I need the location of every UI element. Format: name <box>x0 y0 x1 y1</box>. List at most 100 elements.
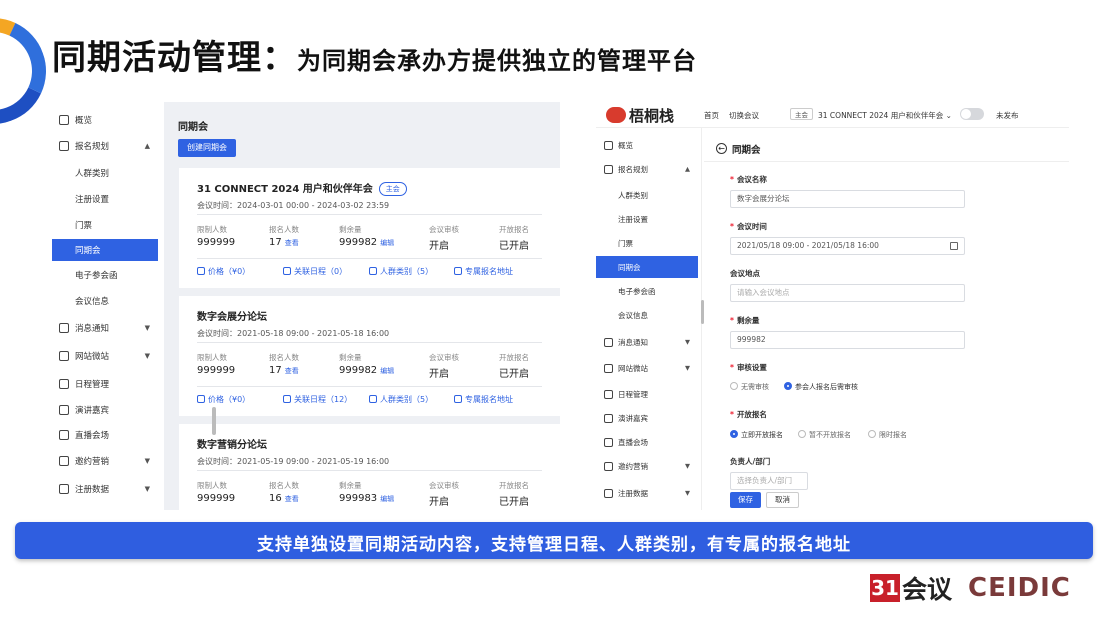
stat-value: 开启 <box>429 497 449 508</box>
stat-label: 报名人数 <box>269 481 299 490</box>
sidebar-item[interactable]: 注册设置 <box>52 188 158 210</box>
sidebar-item[interactable]: 邀约营销 ▼ <box>596 455 698 477</box>
name-field[interactable]: 数字会展分论坛 <box>730 190 965 208</box>
nav-home[interactable]: 首页 <box>704 110 719 121</box>
sidebar-item[interactable]: 消息通知 ▼ <box>52 317 158 339</box>
radio-open-now[interactable]: 立即开放报名 <box>730 430 783 440</box>
sidebar-item[interactable]: 电子参会函 <box>52 264 158 286</box>
price-icon <box>197 267 205 275</box>
right-sidebar: 概览 报名规划 ▲ 人群类别注册设置门票同期会电子参会函 会议信息消息通知 ▼ 网站微站 ▼ 日… <box>596 128 702 510</box>
radio-not-open[interactable]: 暂不开放报名 <box>798 430 851 440</box>
event-selector[interactable]: 31 CONNECT 2024 用户和伙伴年会 ⌄ <box>818 110 952 121</box>
sidebar-item[interactable]: 注册数据 ▼ <box>596 482 698 504</box>
sidebar-item[interactable]: 电子参会函 <box>596 280 698 302</box>
radio-no-review[interactable]: 无需审核 <box>730 382 769 392</box>
sidebar-item[interactable]: 网站微站 ▼ <box>596 357 698 379</box>
sidebar-item[interactable]: 门票 <box>52 214 158 236</box>
nav-switch-event[interactable]: 切换会议 <box>729 110 759 121</box>
scrollbar[interactable] <box>212 407 216 435</box>
location-field[interactable]: 请输入会议地点 <box>730 284 965 302</box>
stat-limit: 限制人数 999999 <box>197 352 235 376</box>
divider <box>197 342 542 343</box>
stat-remaining: 剩余量 999982 编辑 <box>339 224 394 248</box>
sidebar-item-label: 网站微站 <box>75 352 110 362</box>
sidebar-item[interactable]: 人群类别 <box>596 184 698 206</box>
edit-link[interactable]: 编辑 <box>380 367 394 375</box>
view-link[interactable]: 查看 <box>285 495 299 503</box>
sidebar-item[interactable]: 注册数据 ▼ <box>52 478 158 500</box>
nav-icon <box>604 413 613 423</box>
sidebar-item[interactable]: 报名规划 ▲ <box>596 158 698 180</box>
radio-review-required[interactable]: 参会人报名后需审核 <box>784 382 858 392</box>
sidebar-item[interactable]: 概览 <box>596 134 698 156</box>
create-event-button[interactable]: 创建同期会 <box>178 139 236 157</box>
card-groups-link[interactable]: 人群类别（5） <box>369 394 433 405</box>
view-link[interactable]: 查看 <box>285 367 299 375</box>
sidebar-item[interactable]: 日程管理 <box>52 373 158 395</box>
remaining-field[interactable]: 999982 <box>730 331 965 349</box>
stat-remaining: 剩余量 999982 编辑 <box>339 352 394 376</box>
footer-logos: 31 会议 CEIDIC <box>870 570 1071 606</box>
sidebar-item[interactable]: 直播会场 <box>52 424 158 446</box>
sidebar-item-label: 人群类别 <box>618 190 648 200</box>
brand-logo[interactable]: 梧桐栈 <box>606 105 674 126</box>
link-icon <box>454 395 462 403</box>
sidebar-item[interactable]: 演讲嘉宾 <box>596 407 698 429</box>
time-label: * 会议时间 <box>730 222 767 231</box>
sidebar-item[interactable]: 网站微站 ▼ <box>52 345 158 367</box>
card-groups-link[interactable]: 人群类别（5） <box>369 266 433 277</box>
owner-field[interactable]: 选择负责人/部门 <box>730 472 808 490</box>
sidebar-item[interactable]: 报名规划 ▲ <box>52 135 158 157</box>
stat-registered: 报名人数 17 查看 <box>269 352 299 376</box>
feature-banner: 支持单独设置同期活动内容，支持管理日程、人群类别，有专属的报名地址 <box>15 522 1093 559</box>
form-area: ← 同期会 * 会议名称 数字会展分论坛 * 会议时间 2021/05/18 09:… <box>704 128 1069 510</box>
nav-icon <box>604 363 613 373</box>
sidebar-item[interactable]: 会议信息 <box>52 290 158 312</box>
nav-icon <box>604 437 613 447</box>
sidebar-item[interactable]: 同期会 <box>52 239 158 261</box>
card-schedule-link[interactable]: 关联日程（0） <box>283 266 347 277</box>
sidebar-item[interactable]: 消息通知 ▼ <box>596 331 698 353</box>
stat-value: 17 查看 <box>269 365 299 376</box>
event-time: 会议时间：2021-05-19 09:00 - 2021-05-19 16:00 <box>197 457 390 466</box>
sidebar-item[interactable]: 注册设置 <box>596 208 698 230</box>
sidebar-item[interactable]: 邀约营销 ▼ <box>52 450 158 472</box>
sidebar-item[interactable]: 直播会场 <box>596 431 698 453</box>
schedule-icon <box>283 395 291 403</box>
sidebar-item[interactable]: 日程管理 <box>596 383 698 405</box>
sidebar-item-label: 网站微站 <box>618 363 648 373</box>
card-price-link[interactable]: 价格（¥0） <box>197 394 250 405</box>
publish-toggle[interactable] <box>960 108 984 120</box>
sidebar-item[interactable]: 演讲嘉宾 <box>52 399 158 421</box>
link-icon <box>454 267 462 275</box>
sidebar-item[interactable]: 门票 <box>596 232 698 254</box>
stat-review: 会议审核 开启 <box>429 352 459 380</box>
card-price-link[interactable]: 价格（¥0） <box>197 266 250 277</box>
form-header: ← 同期会 <box>704 136 1069 162</box>
brand-mark-icon <box>606 107 626 123</box>
sidebar-item[interactable]: 概览 <box>52 109 158 131</box>
sidebar-item[interactable]: 同期会 <box>596 256 698 278</box>
sidebar-item-label: 同期会 <box>618 262 641 272</box>
nav-icon <box>604 337 613 347</box>
view-link[interactable]: 查看 <box>285 239 299 247</box>
stat-value: 999982 编辑 <box>339 365 395 376</box>
card-schedule-link[interactable]: 关联日程（12） <box>283 394 352 405</box>
edit-link[interactable]: 编辑 <box>380 239 394 247</box>
edit-link[interactable]: 编辑 <box>380 495 394 503</box>
card-address-link[interactable]: 专属报名地址 <box>454 394 513 405</box>
open-label: * 开放报名 <box>730 410 767 419</box>
nav-icon <box>604 461 613 471</box>
cancel-button[interactable]: 取消 <box>766 492 799 508</box>
sidebar-item-label: 门票 <box>618 238 633 248</box>
back-arrow-icon[interactable]: ← <box>716 143 727 154</box>
time-field[interactable]: 2021/05/18 09:00 - 2021/05/18 16:00 <box>730 237 965 255</box>
stat-open: 开放报名 已开启 <box>499 352 529 380</box>
divider <box>197 214 542 215</box>
sidebar-item[interactable]: 会议信息 <box>596 304 698 326</box>
sidebar-item[interactable]: 人群类别 <box>52 162 158 184</box>
card-address-link[interactable]: 专属报名地址 <box>454 266 513 277</box>
save-button[interactable]: 保存 <box>730 492 761 508</box>
left-header: 同期会 创建同期会 <box>164 102 560 166</box>
radio-limited-time[interactable]: 限时报名 <box>868 430 907 440</box>
